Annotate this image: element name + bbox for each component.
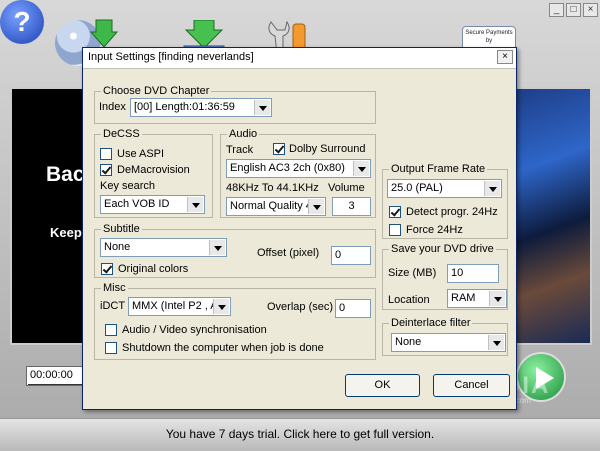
- save-dvd-drive-group: Save your DVD drive Size (MB) 10 Locatio…: [382, 242, 508, 310]
- detect-24hz-label[interactable]: Detect progr. 24Hz: [406, 205, 498, 219]
- maximize-button[interactable]: □: [566, 3, 581, 17]
- output-legend: Output Frame Rate: [389, 162, 488, 176]
- force-24hz-checkbox[interactable]: [389, 224, 401, 236]
- offset-field[interactable]: 0: [331, 246, 371, 265]
- idct-value: MMX (Intel P2 , A: [132, 300, 218, 312]
- subtitle-select[interactable]: None: [100, 238, 227, 257]
- dialog-close-button[interactable]: ×: [497, 50, 513, 64]
- output-preview: [512, 87, 592, 345]
- idct-select[interactable]: MMX (Intel P2 , A: [128, 297, 231, 316]
- original-colors-label[interactable]: Original colors: [118, 262, 188, 276]
- shutdown-checkbox[interactable]: [105, 342, 117, 354]
- resample-label: 48KHz To 44.1KHz: [226, 182, 319, 194]
- save-legend: Save your DVD drive: [389, 242, 496, 256]
- ok-button[interactable]: OK: [345, 374, 420, 397]
- audio-track-value: English AC3 2ch (0x80): [230, 162, 345, 174]
- decss-group: DeCSS Use ASPI DeMacrovision Key search …: [94, 127, 213, 218]
- index-label: Index: [99, 101, 126, 113]
- offset-label: Offset (pixel): [257, 247, 320, 259]
- window-controls: _ □ ×: [549, 3, 598, 17]
- volume-label: Volume: [328, 182, 365, 194]
- input-settings-dialog: Input Settings [finding neverlands] × Ch…: [82, 47, 517, 410]
- audio-legend: Audio: [227, 127, 260, 141]
- chapter-legend: Choose DVD Chapter: [101, 84, 212, 98]
- subtitle-group: Subtitle None Offset (pixel) 0 Original …: [94, 222, 376, 278]
- help-icon[interactable]: ?: [0, 0, 44, 44]
- volume-field[interactable]: 3: [332, 197, 371, 216]
- chapter-index-value: [00] Length:01:36:59: [134, 101, 235, 113]
- chevron-down-icon: [484, 181, 500, 196]
- size-label: Size (MB): [388, 267, 437, 279]
- demacrovision-label[interactable]: DeMacrovision: [117, 163, 190, 177]
- size-field[interactable]: 10: [447, 264, 499, 283]
- audio-quality-value: Normal Quality 4: [230, 200, 312, 212]
- minimize-button[interactable]: _: [549, 3, 564, 17]
- cancel-button[interactable]: Cancel: [433, 374, 510, 397]
- chevron-down-icon: [254, 100, 270, 115]
- detect-24hz-checkbox[interactable]: [389, 206, 401, 218]
- subtitle-value: None: [104, 241, 131, 253]
- deinterlace-value: None: [395, 336, 422, 348]
- av-sync-label[interactable]: Audio / Video synchronisation: [122, 323, 267, 337]
- chevron-down-icon: [213, 299, 229, 314]
- location-label: Location: [388, 294, 430, 306]
- dialog-titlebar[interactable]: Input Settings [finding neverlands] ×: [83, 48, 516, 69]
- dialog-title: Input Settings [finding neverlands]: [88, 51, 254, 63]
- subtitle-legend: Subtitle: [101, 222, 142, 236]
- overlap-field[interactable]: 0: [335, 299, 371, 318]
- green-arrow-icon: [90, 19, 118, 48]
- secure-badge-text: Secure Payments by: [465, 30, 513, 44]
- use-aspi-checkbox[interactable]: [100, 148, 112, 160]
- chevron-down-icon: [353, 161, 369, 176]
- av-sync-checkbox[interactable]: [105, 324, 117, 336]
- original-colors-checkbox[interactable]: [101, 263, 113, 275]
- deinterlace-select[interactable]: None: [391, 333, 506, 352]
- force-24hz-label[interactable]: Force 24Hz: [406, 223, 463, 237]
- location-value: RAM: [451, 292, 476, 304]
- time-slider[interactable]: [28, 380, 86, 385]
- chevron-down-icon: [187, 197, 203, 212]
- frame-rate-value: 25.0 (PAL): [391, 182, 443, 194]
- deinterlace-legend: Deinterlace filter: [389, 316, 473, 330]
- audio-group: Audio Track Dolby Surround English AC3 2…: [220, 127, 376, 218]
- use-aspi-label[interactable]: Use ASPI: [117, 147, 164, 161]
- demacrovision-checkbox[interactable]: [100, 164, 112, 176]
- chevron-down-icon: [209, 240, 225, 255]
- overlap-label: Overlap (sec): [267, 301, 334, 313]
- location-select[interactable]: RAM: [447, 289, 507, 308]
- output-frame-rate-group: Output Frame Rate 25.0 (PAL) Detect prog…: [382, 162, 508, 239]
- key-search-select[interactable]: Each VOB ID: [100, 195, 205, 214]
- misc-legend: Misc: [101, 281, 128, 295]
- chapter-group: Choose DVD Chapter Index [00] Length:01:…: [94, 84, 376, 124]
- key-search-label: Key search: [100, 180, 156, 192]
- trial-bar[interactable]: You have 7 days trial. Click here to get…: [0, 418, 600, 451]
- audio-quality-select[interactable]: Normal Quality 4: [226, 197, 326, 216]
- preview-text-2: Keep: [50, 225, 82, 240]
- track-label: Track: [226, 144, 254, 156]
- chevron-down-icon: [488, 335, 504, 350]
- frame-rate-select[interactable]: 25.0 (PAL): [387, 179, 502, 198]
- dolby-label[interactable]: Dolby Surround: [289, 142, 365, 156]
- dolby-checkbox[interactable]: [273, 143, 285, 155]
- shutdown-label[interactable]: Shutdown the computer when job is done: [122, 341, 324, 355]
- decss-legend: DeCSS: [101, 127, 142, 141]
- close-app-button[interactable]: ×: [583, 3, 598, 17]
- deinterlace-group: Deinterlace filter None: [382, 316, 508, 356]
- chapter-index-select[interactable]: [00] Length:01:36:59: [130, 98, 272, 117]
- chevron-down-icon: [489, 291, 505, 306]
- chevron-down-icon: [308, 199, 324, 214]
- key-search-value: Each VOB ID: [104, 198, 170, 210]
- audio-track-select[interactable]: English AC3 2ch (0x80): [226, 159, 371, 178]
- misc-group: Misc iDCT MMX (Intel P2 , A Overlap (sec…: [94, 281, 376, 360]
- trial-message[interactable]: You have 7 days trial. Click here to get…: [0, 427, 600, 441]
- idct-label: iDCT: [100, 300, 126, 312]
